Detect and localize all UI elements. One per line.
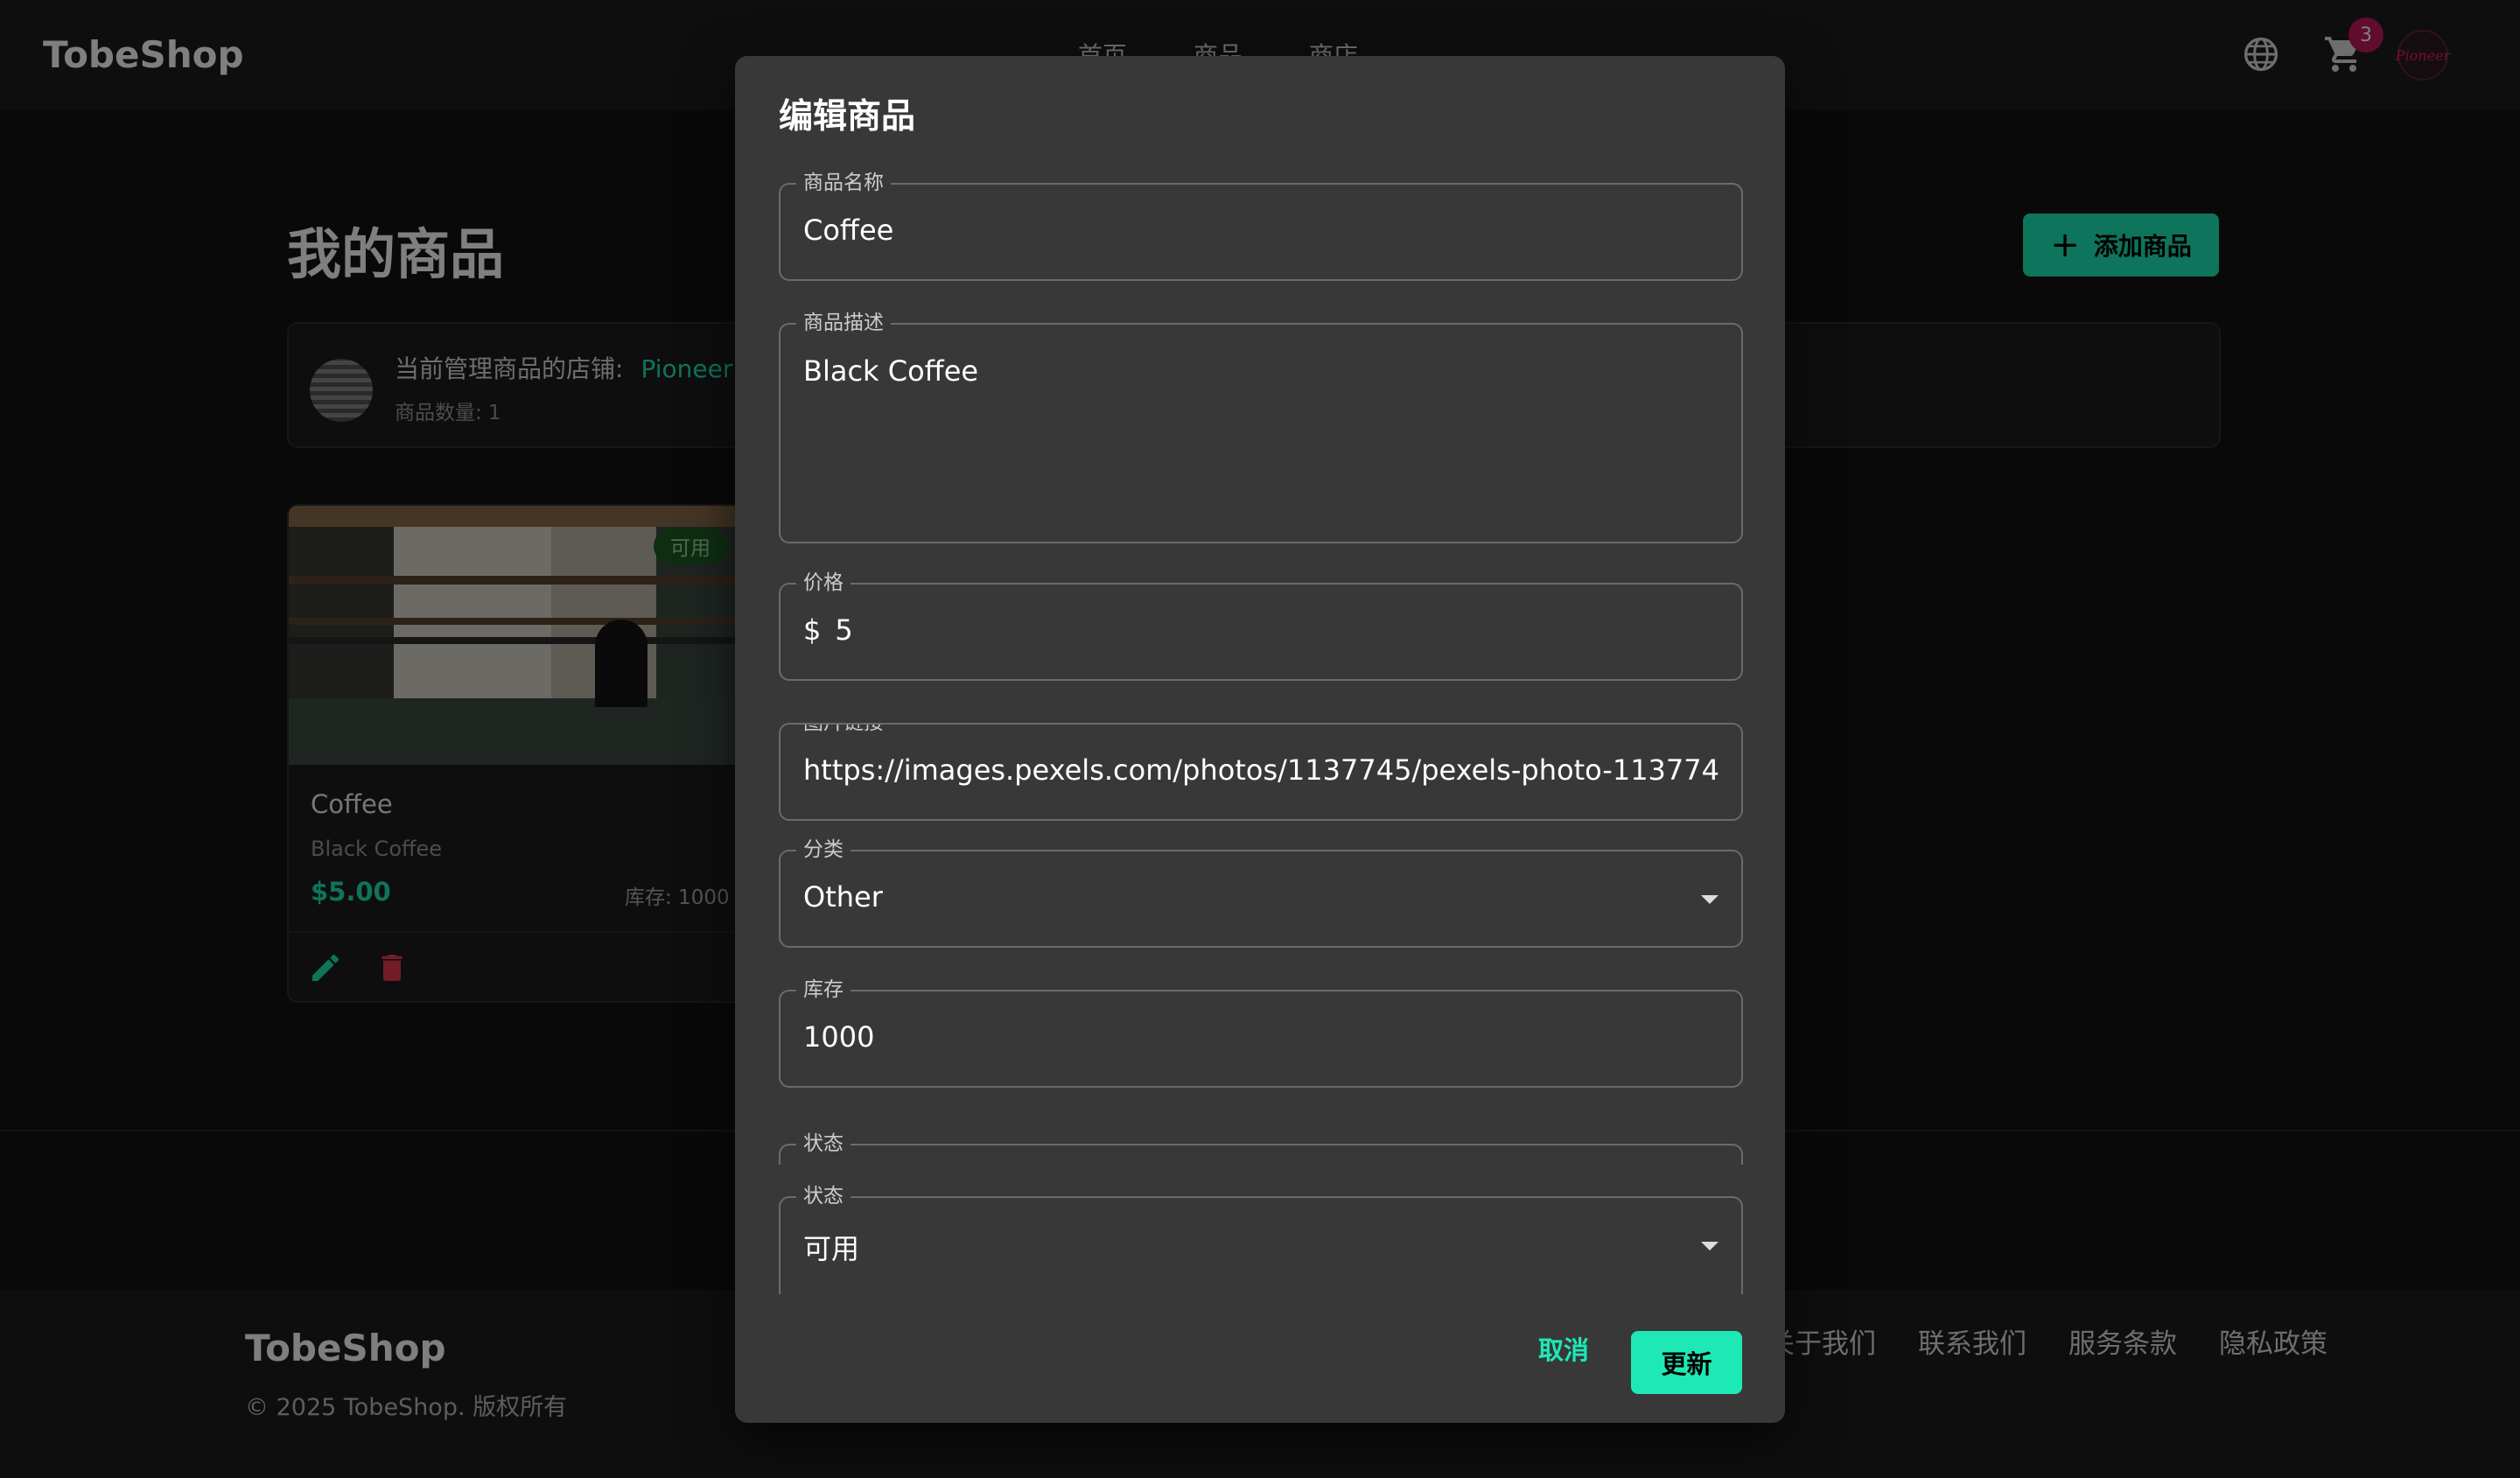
update-button[interactable]: 更新 [1631,1331,1742,1394]
status-label: 状态 [796,1184,850,1208]
status-select[interactable]: 状态 可用 [779,1184,1743,1294]
price-value-wrap: $5 [803,613,853,647]
stock-label: 库存 [796,977,850,1002]
status-group: 状态 [779,1131,1743,1165]
price-field[interactable]: 价格 $5 [779,571,1743,681]
dialog-title: 编辑商品 [779,97,916,137]
status-group-label: 状态 [796,1131,850,1156]
product-description-value: Black Coffee [803,354,979,388]
product-name-value: Coffee [803,214,894,247]
product-name-field[interactable]: 商品名称 Coffee [779,171,1743,281]
category-select[interactable]: 分类 Other [779,837,1743,948]
page: TobeShop 首页 商品 商店 3 Pioneer 我的商品 + 添加商品 … [0,0,2520,1478]
price-value: 5 [835,613,853,647]
status-value: 可用 [803,1232,860,1265]
category-label: 分类 [796,837,850,862]
stock-value: 1000 [803,1020,875,1054]
category-value: Other [803,880,883,914]
image-url-field[interactable]: 图片链接 https://images.pexels.com/photos/11… [779,723,1743,821]
stock-field[interactable]: 库存 1000 [779,977,1743,1088]
product-description-label: 商品描述 [796,311,891,335]
edit-product-dialog: 编辑商品 商品名称 Coffee 商品描述 Black Coffee 价格 $5… [735,56,1785,1423]
product-name-label: 商品名称 [796,171,891,195]
chevron-down-icon [1701,895,1718,904]
cancel-button[interactable]: 取消 [1538,1330,1589,1367]
image-url-label: 图片链接 [796,725,891,735]
currency-prefix: $ [803,613,822,647]
product-description-field[interactable]: 商品描述 Black Coffee [779,311,1743,543]
chevron-down-icon [1701,1242,1718,1250]
price-label: 价格 [796,571,850,595]
image-url-value: https://images.pexels.com/photos/1137745… [803,753,1720,787]
